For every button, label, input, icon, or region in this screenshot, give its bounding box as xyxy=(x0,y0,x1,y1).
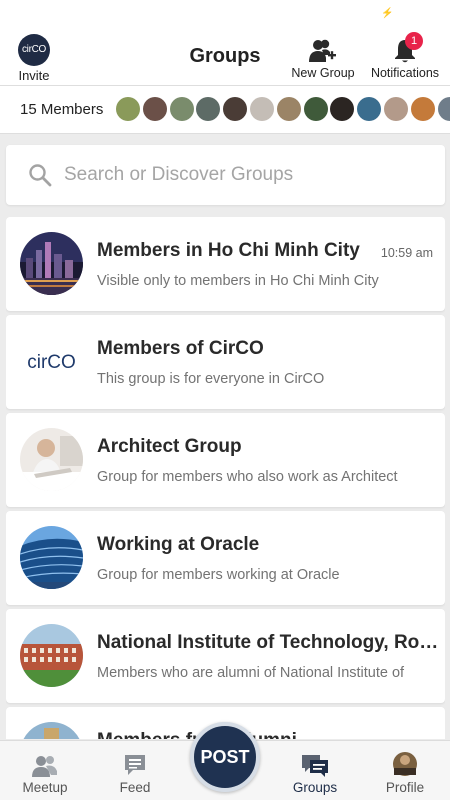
group-description: Visible only to members in Ho Chi Minh C… xyxy=(97,273,379,289)
member-avatar[interactable] xyxy=(437,97,450,121)
circo-logo-icon: cirCO xyxy=(18,34,50,66)
group-avatar-architect xyxy=(20,428,83,491)
members-count: 15 Members xyxy=(20,101,104,118)
group-timestamp: 10:59 am xyxy=(380,246,433,260)
member-avatar[interactable] xyxy=(276,97,301,121)
member-avatar[interactable] xyxy=(142,97,167,121)
new-group-label: New Group xyxy=(291,66,355,80)
group-title: Working at Oracle xyxy=(97,534,260,555)
invite-button[interactable]: cirCO Invite xyxy=(14,34,54,83)
groups-chat-icon xyxy=(280,741,350,777)
member-avatars xyxy=(116,97,450,121)
group-list: Members in Ho Chi Minh City 10:59 am Vis… xyxy=(6,217,445,739)
group-title: Members of CirCO xyxy=(97,338,264,359)
invite-label: Invite xyxy=(18,68,50,83)
group-avatar-campus xyxy=(20,624,83,687)
notifications-button[interactable]: 1 Notifications xyxy=(367,32,443,80)
status-bar: ⚡ xyxy=(0,0,450,24)
nav-label: Groups xyxy=(292,780,338,795)
search-icon xyxy=(28,163,52,192)
profile-avatar-icon xyxy=(370,741,440,777)
add-group-icon xyxy=(288,36,358,64)
nav-label: Profile xyxy=(385,780,425,795)
group-title: Members in Ho Chi Minh City xyxy=(97,240,360,261)
group-card[interactable]: National Institute of Technology, Rourke… xyxy=(6,609,445,703)
member-avatar[interactable] xyxy=(116,97,140,121)
member-avatar[interactable] xyxy=(169,97,194,121)
group-avatar-city-skyline xyxy=(20,232,83,295)
new-group-button[interactable]: New Group xyxy=(288,36,358,80)
group-avatar-circo-logo: cirCO xyxy=(20,330,83,393)
circo-logo-text: cirCO xyxy=(27,352,76,373)
group-description: Group for members who also work as Archi… xyxy=(97,469,398,485)
member-avatar[interactable] xyxy=(410,97,435,121)
nav-meetup[interactable]: Meetup xyxy=(10,741,80,800)
people-icon xyxy=(10,741,80,777)
group-description: This group is for everyone in CirCO xyxy=(97,371,325,387)
member-avatar[interactable] xyxy=(303,97,328,121)
member-avatar[interactable] xyxy=(357,97,382,121)
group-card[interactable]: Members in Ho Chi Minh City 10:59 am Vis… xyxy=(6,217,445,311)
search-bar[interactable] xyxy=(6,145,445,205)
group-title: Members from Alumni xyxy=(97,730,440,739)
member-avatar[interactable] xyxy=(249,97,274,121)
feed-icon xyxy=(100,741,170,777)
group-avatar-oracle-building xyxy=(20,526,83,589)
post-button[interactable]: POST xyxy=(190,722,260,792)
member-avatar[interactable] xyxy=(330,97,355,121)
group-avatar-alumni xyxy=(20,722,83,739)
group-title: Architect Group xyxy=(97,436,242,457)
member-avatar[interactable] xyxy=(223,97,248,121)
lightning-icon: ⚡ xyxy=(381,8,394,19)
group-card[interactable]: cirCO Members of CirCO This group is for… xyxy=(6,315,445,409)
nav-feed[interactable]: Feed xyxy=(100,741,170,800)
members-bar[interactable]: 15 Members xyxy=(0,86,450,134)
member-avatar[interactable] xyxy=(383,97,408,121)
notifications-label: Notifications xyxy=(370,66,440,80)
group-card[interactable]: Architect Group Group for members who al… xyxy=(6,413,445,507)
group-title: National Institute of Technology, Rourke… xyxy=(97,632,440,653)
group-description: Members who are alumni of National Insti… xyxy=(97,665,405,681)
nav-profile[interactable]: Profile xyxy=(370,741,440,800)
notification-badge: 1 xyxy=(405,32,423,50)
app-header: cirCO Invite Groups New Group 1 Notifica… xyxy=(0,24,450,86)
nav-groups[interactable]: Groups xyxy=(280,741,350,800)
nav-label: Feed xyxy=(119,780,151,795)
search-input[interactable] xyxy=(64,159,424,191)
group-card[interactable]: Working at Oracle Group for members work… xyxy=(6,511,445,605)
group-description: Group for members working at Oracle xyxy=(97,567,340,583)
nav-label: Meetup xyxy=(22,780,68,795)
member-avatar[interactable] xyxy=(196,97,221,121)
